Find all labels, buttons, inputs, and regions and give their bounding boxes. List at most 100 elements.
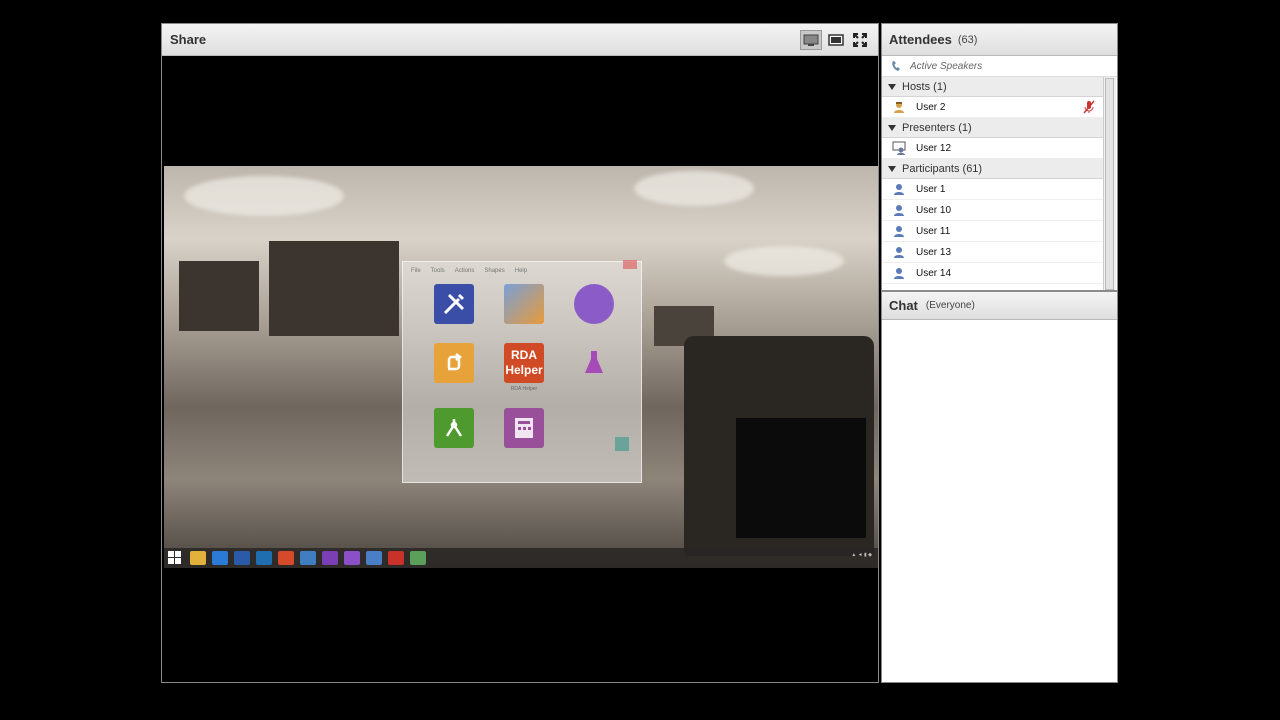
share-pod-title: Share (170, 32, 207, 47)
collapse-triangle-icon[interactable] (888, 83, 896, 90)
collapse-triangle-icon[interactable] (888, 124, 896, 131)
group-label: Presenters (1) (902, 121, 972, 134)
attendee-name: User 14 (916, 267, 952, 279)
app-tile-globe[interactable] (559, 284, 629, 327)
participant-user-icon (894, 226, 904, 237)
attendees-title: Attendees (889, 32, 952, 47)
attendee-row[interactable]: User 13 (882, 242, 1103, 263)
taskbar-app-icon[interactable] (322, 551, 338, 565)
church-building (179, 261, 259, 331)
participant-user-icon (894, 247, 904, 258)
globe-icon (574, 284, 614, 324)
attendee-name: User 13 (916, 246, 952, 258)
menu-item[interactable]: File (411, 268, 421, 274)
cloud (184, 176, 344, 216)
barn-building (269, 241, 399, 336)
taskbar-app-icon[interactable] (190, 551, 206, 565)
app-tile-tools[interactable] (419, 284, 489, 327)
app-tile-flask[interactable] (559, 343, 629, 392)
attendee-row[interactable]: User 10 (882, 200, 1103, 221)
tile-label: RDA Helper (510, 386, 538, 392)
chat-pod: Chat (Everyone) (881, 291, 1118, 683)
taskbar-app-icon[interactable] (410, 551, 426, 565)
attendees-count: (63) (957, 33, 978, 46)
scrollbar-thumb[interactable] (1105, 78, 1114, 290)
active-speakers-label: Active Speakers (910, 60, 983, 72)
participant-user-icon (894, 184, 904, 195)
attendee-name: User 11 (916, 225, 951, 237)
windows-taskbar: ▲ ◄ ▮ ◆ (164, 548, 878, 568)
taskbar-app-icon[interactable] (300, 551, 316, 565)
app-launcher-window: File Tools Actions Shapes Help RDA Helpe… (402, 260, 642, 483)
close-icon[interactable] (623, 260, 637, 269)
taskbar-app-icon[interactable] (344, 551, 360, 565)
shortcut-icon (434, 343, 474, 383)
taskbar-app-icon[interactable] (278, 551, 294, 565)
taskbar-app-icon[interactable] (234, 551, 250, 565)
app-menubar: File Tools Actions Shapes Help (403, 262, 641, 280)
calculator-icon (504, 408, 544, 448)
participant-user-icon (894, 268, 904, 279)
chat-scope[interactable]: (Everyone) (926, 300, 975, 311)
chat-message-area[interactable] (882, 320, 1117, 682)
chat-header: Chat (Everyone) (882, 292, 1117, 320)
taskbar-app-icon[interactable] (212, 551, 228, 565)
microphone-muted-icon[interactable] (1083, 100, 1095, 114)
share-pod: Share File Tools Actions Shapes Help RDA… (161, 23, 879, 683)
menu-item[interactable]: Shapes (484, 268, 504, 274)
connection-icon (504, 284, 544, 324)
monitor-icon[interactable] (800, 29, 822, 50)
attendees-header: Attendees (63) (882, 24, 1117, 56)
wrench-icon (434, 284, 474, 324)
app-tile-network[interactable] (419, 408, 489, 451)
attendee-name: User 10 (916, 204, 952, 216)
app-tile-calculator[interactable] (489, 408, 559, 451)
menu-item[interactable]: Tools (431, 268, 445, 274)
fit-screen-icon[interactable] (826, 31, 846, 49)
menu-item[interactable]: Help (515, 268, 527, 274)
attendee-name: User 2 (916, 101, 946, 113)
dark-overlay (736, 418, 866, 538)
attendee-row[interactable]: User 11 (882, 221, 1103, 242)
fullscreen-icon[interactable] (850, 31, 870, 49)
app-tile-settings[interactable] (559, 408, 629, 451)
attendee-name: User 1 (916, 183, 946, 195)
app-tile-rda-helper[interactable]: RDA Helper RDA Helper (489, 343, 559, 392)
active-speakers-row[interactable]: Active Speakers (882, 56, 1117, 77)
speaker-phone-icon (892, 61, 900, 71)
taskbar-app-icon[interactable] (388, 551, 404, 565)
group-label: Participants (61) (902, 162, 983, 175)
group-participants[interactable]: Participants (61) (882, 159, 1103, 179)
attendee-row[interactable]: User 2 (882, 97, 1103, 118)
attendee-list: Hosts (1) User 2 Presenters (1) User 12 … (882, 77, 1103, 284)
app-tile-grid: RDA Helper RDA Helper (419, 284, 631, 451)
attendee-row[interactable]: User 14 (882, 263, 1103, 284)
flask-icon (574, 343, 614, 383)
group-presenters[interactable]: Presenters (1) (882, 118, 1103, 138)
cloud (634, 171, 754, 206)
presenter-user-icon (892, 141, 906, 155)
group-label: Hosts (1) (902, 80, 947, 93)
attendee-name: User 12 (916, 142, 952, 154)
share-pod-header: Share (162, 24, 878, 56)
shared-desktop-screen: File Tools Actions Shapes Help RDA Helpe… (164, 166, 878, 568)
windows-start-icon[interactable] (168, 551, 184, 565)
taskbar-app-icon[interactable] (256, 551, 272, 565)
attendee-row[interactable]: User 1 (882, 179, 1103, 200)
cloud (724, 246, 844, 276)
host-user-icon (894, 102, 904, 113)
network-icon (434, 408, 474, 448)
chat-title: Chat (889, 298, 918, 313)
share-tools (800, 29, 870, 50)
taskbar-app-icon[interactable] (366, 551, 382, 565)
group-hosts[interactable]: Hosts (1) (882, 77, 1103, 97)
menu-item[interactable]: Actions (455, 268, 475, 274)
attendee-scrollbar[interactable] (1103, 77, 1116, 290)
system-tray[interactable]: ▲ ◄ ▮ ◆ (851, 552, 878, 564)
app-tile-shortcuts[interactable] (419, 343, 489, 392)
collapse-triangle-icon[interactable] (888, 165, 896, 172)
rda-helper-icon: RDA Helper (504, 343, 544, 383)
attendees-pod: Attendees (63) Active Speakers Hosts (1)… (881, 23, 1118, 291)
attendee-row[interactable]: User 12 (882, 138, 1103, 159)
app-tile-connect[interactable] (489, 284, 559, 327)
